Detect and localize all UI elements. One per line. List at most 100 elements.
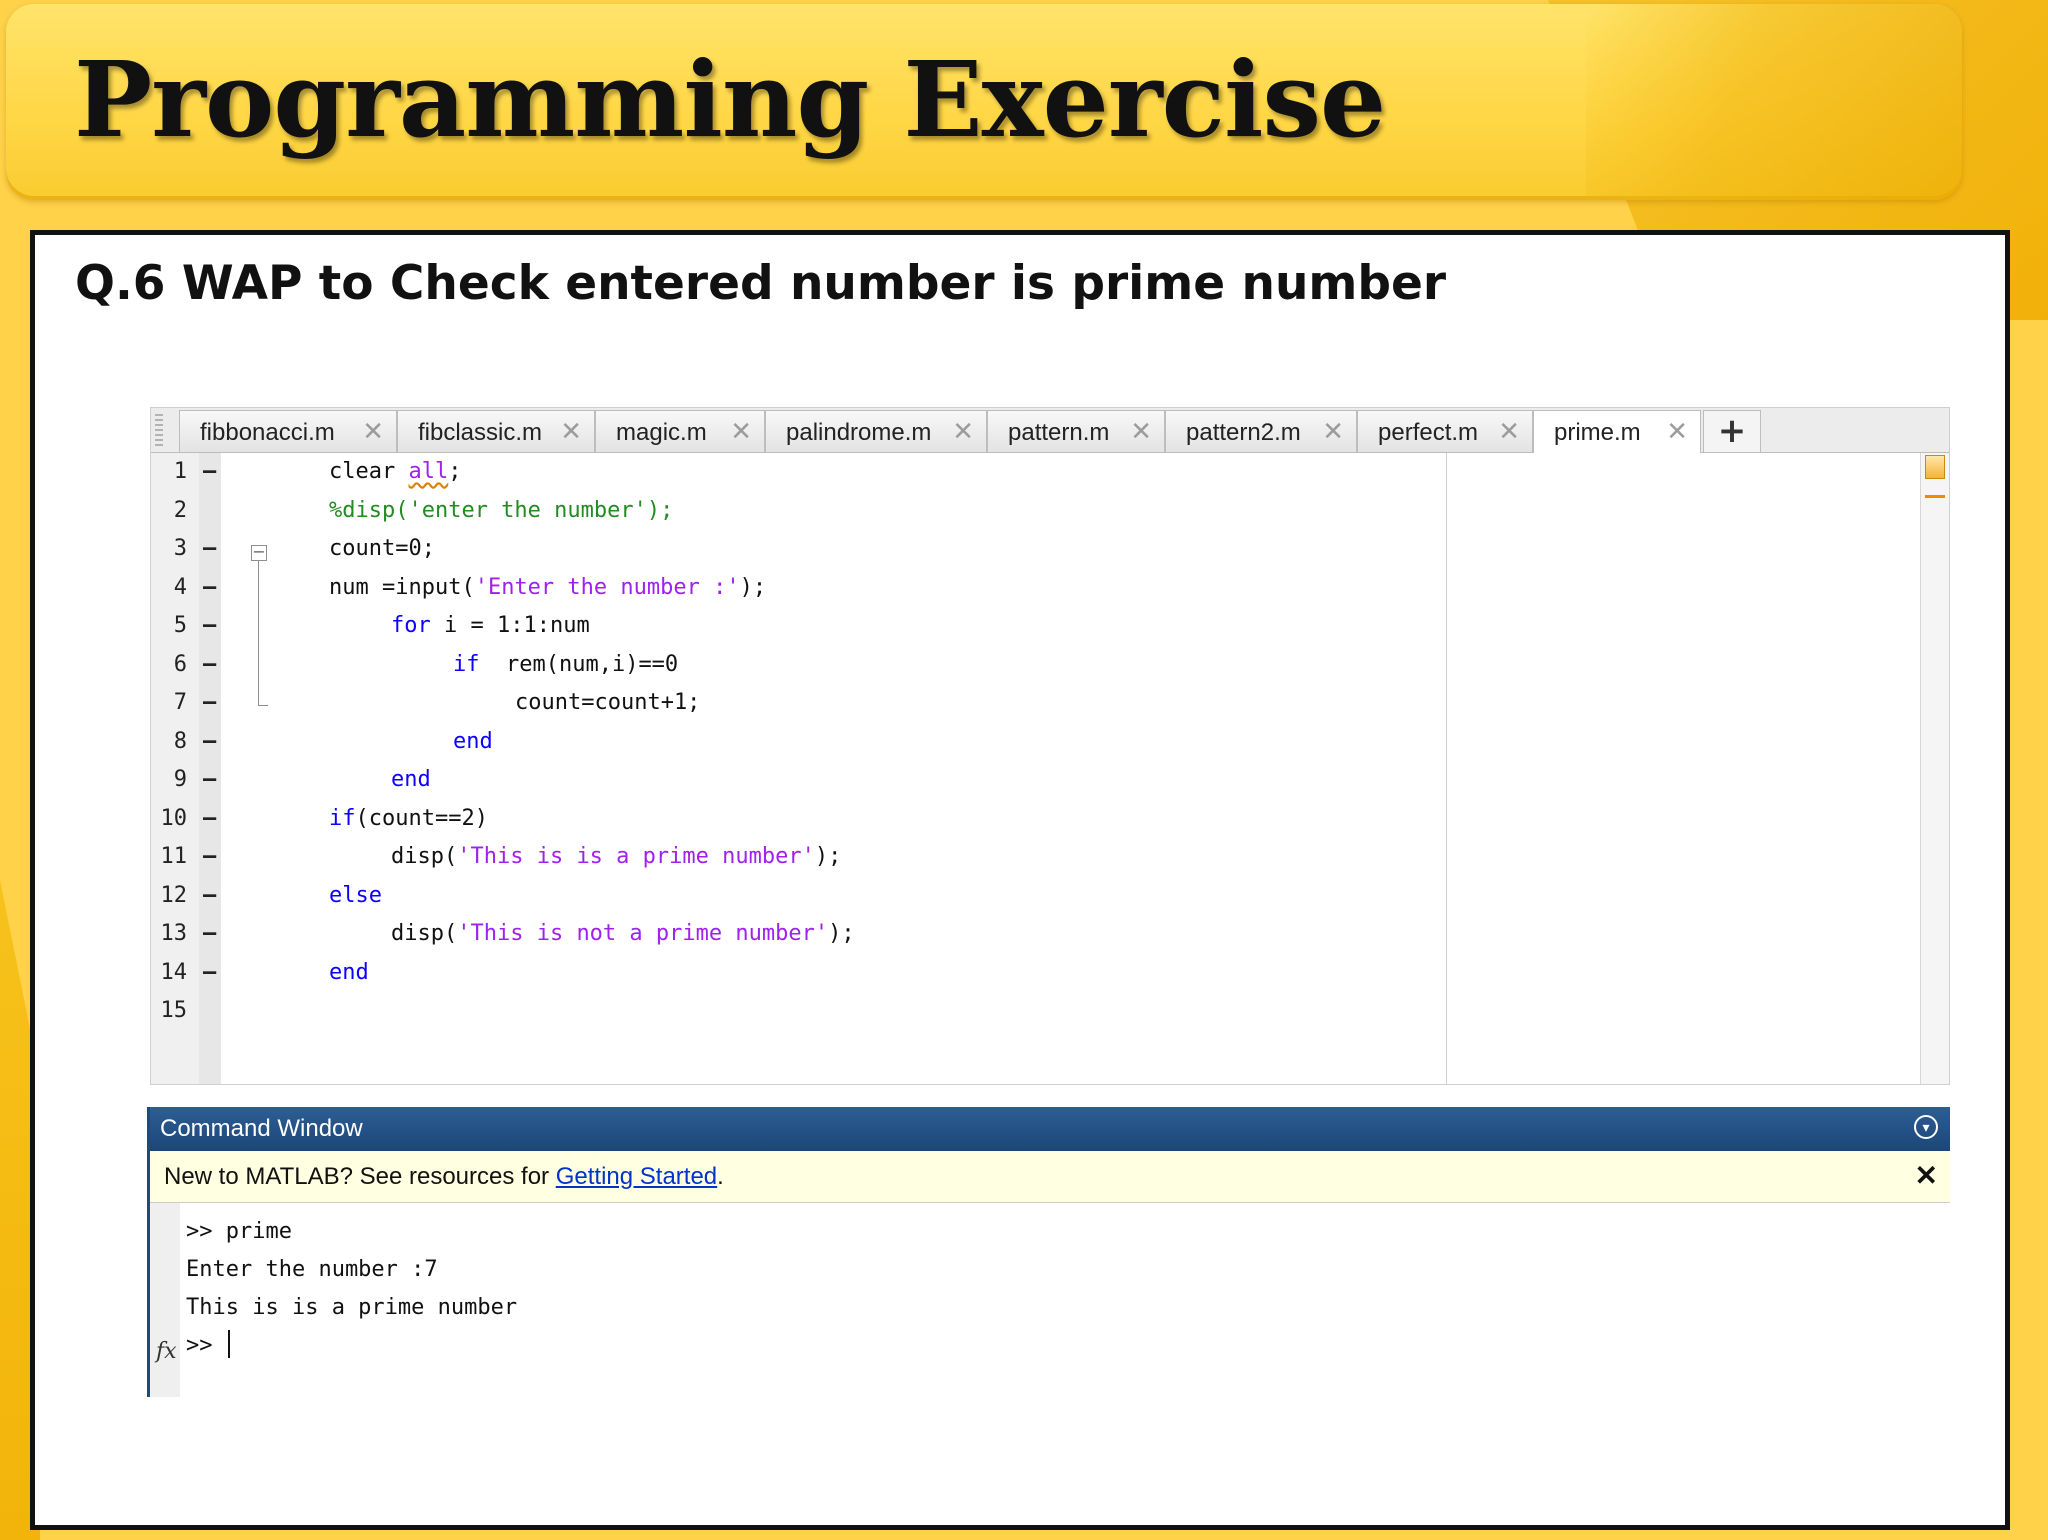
fold-guide-line (258, 561, 259, 705)
slide-title: Programming Exercise (74, 38, 1386, 161)
command-prompt-input[interactable]: >> (186, 1327, 230, 1365)
tab-label: magic.m (616, 419, 707, 446)
code-line[interactable]: 8– end (151, 723, 1447, 761)
banner-text: New to MATLAB? See resources for Getting… (164, 1163, 724, 1191)
command-window-header: Command Window ▾ (150, 1107, 1950, 1151)
code-line[interactable]: 10– if(count==2) (151, 800, 1447, 838)
executable-line-marker[interactable]: – (203, 838, 216, 876)
editor-tab-palindrome-m[interactable]: palindrome.m ✕ (765, 410, 987, 452)
add-tab-button[interactable]: + (1703, 410, 1761, 452)
editor-tab-fibclassic-m[interactable]: fibclassic.m ✕ (397, 410, 595, 452)
executable-line-marker[interactable]: – (203, 453, 216, 491)
executable-line-marker[interactable]: – (203, 915, 216, 953)
command-output-line: >> prime (186, 1219, 292, 1244)
tab-label: pattern2.m (1186, 419, 1301, 446)
tab-bar-grip-icon[interactable] (155, 414, 163, 446)
line-number: 6 (173, 651, 187, 677)
code-token: ); (828, 921, 855, 946)
code-text: clear all; (329, 453, 461, 491)
warning-token: all (408, 459, 449, 484)
executable-line-marker[interactable]: – (203, 646, 216, 684)
code-lines: 1– clear all; 2 %disp('enter the number'); 3… (151, 453, 1447, 1083)
tab-close-icon[interactable]: ✕ (730, 416, 752, 447)
code-line[interactable]: 4– num =input('Enter the number :'); (151, 569, 1447, 607)
executable-line-marker[interactable]: – (203, 761, 216, 799)
warning-indicator-icon[interactable] (1925, 455, 1945, 479)
code-text: disp('This is is a prime number'); (391, 838, 841, 876)
tab-close-icon[interactable]: ✕ (1322, 416, 1344, 447)
editor-right-pane[interactable] (1447, 453, 1921, 1084)
line-number: 11 (160, 844, 188, 869)
code-line[interactable]: 7– count=count+1; (151, 684, 1447, 722)
code-line[interactable]: 6– if rem(num,i)==0 (151, 646, 1447, 684)
code-token: count=count+1; (515, 690, 701, 715)
editor-tab-prime-m[interactable]: prime.m ✕ (1533, 410, 1701, 454)
line-number: 7 (173, 690, 187, 715)
executable-line-marker[interactable]: – (203, 723, 216, 761)
executable-line-marker[interactable]: – (203, 569, 216, 607)
tab-label: perfect.m (1378, 419, 1479, 446)
code-line[interactable]: 15 (151, 992, 1447, 1030)
code-line[interactable]: 12– else (151, 877, 1447, 915)
line-number: 9 (173, 767, 187, 792)
code-line[interactable]: 3– count=0; (151, 530, 1447, 568)
code-line[interactable]: 13– disp('This is not a prime number'); (151, 915, 1447, 953)
code-token: disp( (391, 844, 458, 869)
tab-close-icon[interactable]: ✕ (362, 416, 384, 447)
fold-collapse-icon[interactable]: − (251, 544, 267, 561)
tab-close-icon[interactable]: ✕ (560, 416, 582, 447)
code-line[interactable]: 5– for i = 1:1:num (151, 607, 1447, 645)
warning-marker[interactable] (1925, 495, 1945, 498)
editor-tab-magic-m[interactable]: magic.m ✕ (595, 410, 765, 452)
tab-close-icon[interactable]: ✕ (952, 416, 974, 447)
keyword-token: if (453, 651, 480, 677)
matlab-editor: fibbonacci.m ✕ fibclassic.m ✕ magic.m ✕ palind… (150, 407, 1950, 1085)
line-number: 15 (160, 998, 188, 1023)
command-window: Command Window ▾ New to MATLAB? See reso… (147, 1107, 1950, 1397)
executable-line-marker[interactable]: – (203, 800, 216, 838)
editor-tab-perfect-m[interactable]: perfect.m ✕ (1357, 410, 1533, 452)
content-box: Q.6 WAP to Check entered number is prime… (30, 230, 2010, 1530)
executable-line-marker[interactable]: – (203, 530, 216, 568)
code-line[interactable]: 2 %disp('enter the number'); (151, 492, 1447, 530)
code-text: disp('This is not a prime number'); (391, 915, 855, 953)
code-line[interactable]: 14– end (151, 954, 1447, 992)
tab-close-icon[interactable]: ✕ (1130, 416, 1152, 447)
code-text: count=0; (329, 530, 435, 568)
executable-line-marker[interactable]: – (203, 684, 216, 722)
code-token: disp( (391, 921, 458, 946)
getting-started-link[interactable]: Getting Started (556, 1163, 717, 1190)
editor-tab-pattern2-m[interactable]: pattern2.m ✕ (1165, 410, 1357, 452)
keyword-token: if (329, 805, 356, 831)
tab-label: pattern.m (1008, 419, 1110, 446)
code-token: rem(num,i)==0 (479, 651, 679, 677)
tab-close-icon[interactable]: ✕ (1498, 416, 1520, 447)
code-text: if(count==2) (329, 800, 488, 838)
text-caret (227, 1330, 230, 1358)
code-text: num =input('Enter the number :'); (329, 569, 766, 607)
code-token: (count==2) (355, 805, 488, 831)
editor-vertical-scrollbar[interactable] (1920, 453, 1949, 1084)
tab-close-icon[interactable]: ✕ (1666, 416, 1688, 447)
line-number: 1 (173, 459, 187, 484)
editor-tab-pattern-m[interactable]: pattern.m ✕ (987, 410, 1165, 452)
executable-line-marker[interactable]: – (203, 607, 216, 645)
keyword-token: end (453, 728, 493, 754)
command-window-menu-icon[interactable]: ▾ (1914, 1115, 1938, 1139)
executable-line-marker[interactable]: – (203, 954, 216, 992)
code-text: if rem(num,i)==0 (453, 646, 678, 684)
code-text: count=count+1; (515, 684, 700, 722)
banner-close-icon[interactable]: ✕ (1915, 1159, 1938, 1192)
code-token: ); (814, 844, 842, 869)
function-browser-icon[interactable]: fx (156, 1339, 177, 1364)
line-number: 8 (173, 728, 187, 754)
code-line[interactable]: 1– clear all; (151, 453, 1447, 491)
editor-tab-fibbonacci-m[interactable]: fibbonacci.m ✕ (179, 410, 397, 452)
code-text: %disp('enter the number'); (329, 492, 673, 530)
code-token: count=0; (329, 536, 435, 561)
code-line[interactable]: 9– end (151, 761, 1447, 799)
executable-line-marker[interactable]: – (203, 877, 216, 915)
editor-tab-bar: fibbonacci.m ✕ fibclassic.m ✕ magic.m ✕ palind… (151, 408, 1949, 454)
code-line[interactable]: 11– disp('This is is a prime number'); (151, 838, 1447, 876)
line-number: 2 (173, 497, 187, 523)
